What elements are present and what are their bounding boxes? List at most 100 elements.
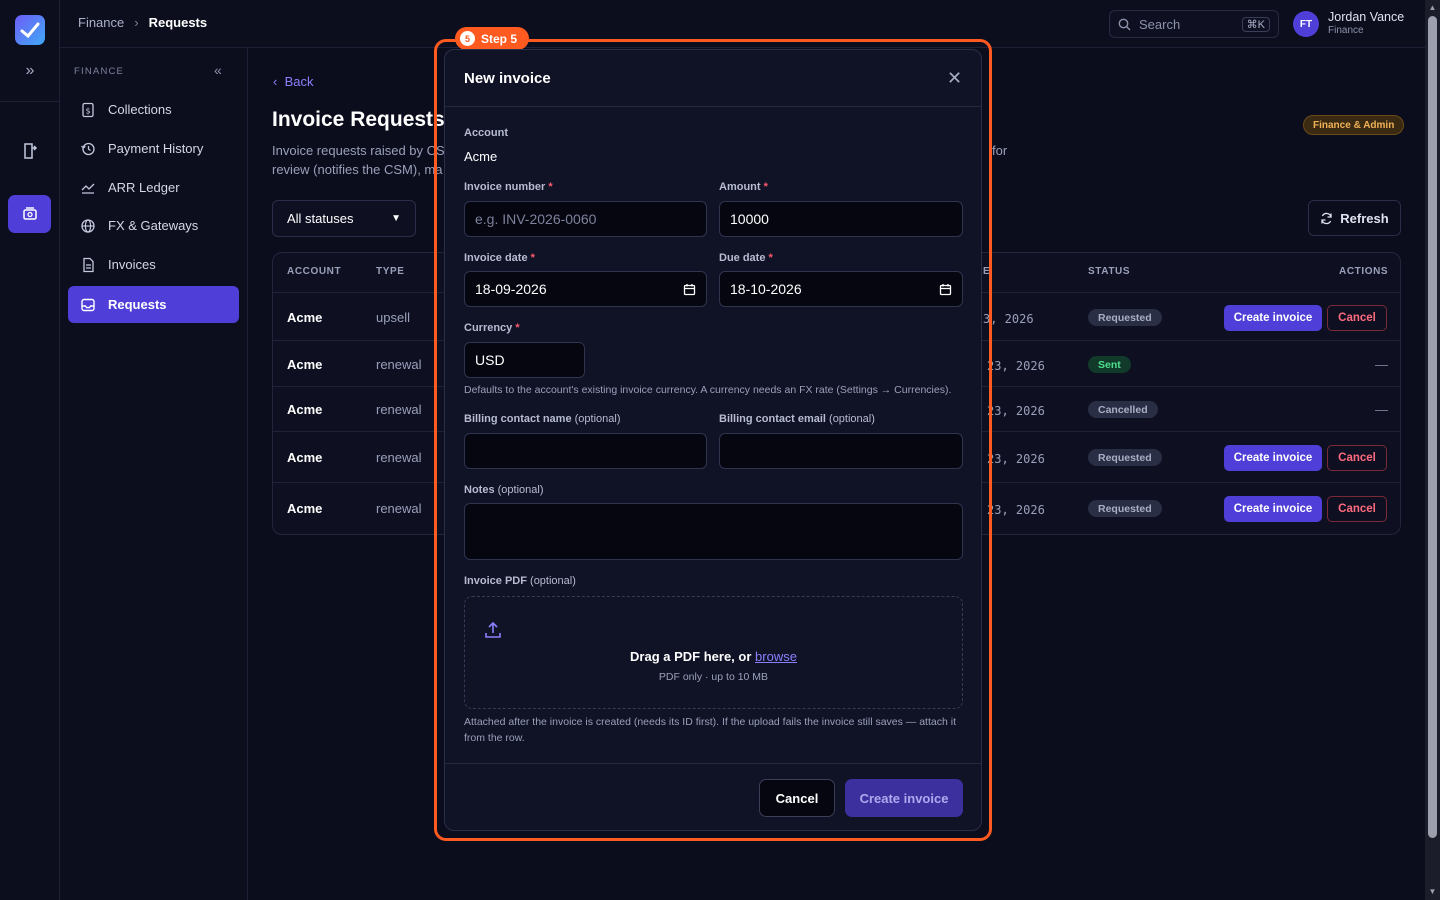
sidebar-item-fx-gateways[interactable]: FX & Gateways	[68, 207, 239, 244]
status-badge: Requested	[1088, 449, 1162, 466]
sidebar: FINANCE « $ Collections Payment History …	[60, 48, 248, 900]
status-badge: Requested	[1088, 309, 1162, 326]
required-mark: *	[530, 252, 535, 264]
expand-icon[interactable]: »	[20, 61, 40, 81]
billing-name-label: Billing contact name (optional)	[464, 413, 621, 425]
cell-type: renewal	[376, 402, 422, 417]
status-filter-select[interactable]: All statuses ▼	[272, 200, 416, 237]
calendar-icon[interactable]	[939, 283, 952, 296]
billing-email-label: Billing contact email (optional)	[719, 413, 875, 425]
cancel-request-button[interactable]: Cancel	[1327, 496, 1387, 522]
new-invoice-modal: New invoice ✕ Account Acme Invoice numbe…	[444, 49, 982, 831]
notes-label: Notes (optional)	[464, 484, 543, 496]
scroll-up-icon[interactable]: ▲	[1428, 3, 1437, 12]
billing-name-label-text: Billing contact name	[464, 413, 572, 425]
search-input[interactable]: Search ⌘K	[1109, 10, 1279, 38]
calendar-icon[interactable]	[683, 283, 696, 296]
create-invoice-button[interactable]: Create invoice	[1224, 445, 1322, 471]
no-actions: —	[1375, 402, 1388, 417]
user-name[interactable]: Jordan Vance	[1328, 10, 1404, 24]
rail-item-export[interactable]	[8, 132, 51, 170]
billing-email-label-text: Billing contact email	[719, 413, 826, 425]
amount-label: Amount *	[719, 181, 768, 193]
required-mark: *	[763, 181, 768, 193]
invoice-number-input[interactable]: e.g. INV-2026-0060	[464, 201, 707, 237]
sidebar-item-label: Invoices	[108, 257, 156, 272]
sidebar-item-collections[interactable]: $ Collections	[68, 91, 239, 128]
upload-icon	[485, 621, 501, 638]
cell-account: Acme	[287, 357, 323, 372]
sidebar-item-invoices[interactable]: Invoices	[68, 246, 239, 283]
sidebar-item-label: Collections	[108, 102, 172, 117]
browse-link[interactable]: browse	[755, 649, 797, 664]
invoice-date-value: 18-09-2026	[475, 281, 547, 297]
avatar[interactable]: FT	[1293, 11, 1319, 37]
amount-input[interactable]: 10000	[719, 201, 963, 237]
billing-contact-name-input[interactable]	[464, 433, 707, 469]
due-date-input[interactable]: 18-10-2026	[719, 271, 963, 307]
checkmark-logo-icon	[20, 22, 40, 39]
invoice-date-label: Invoice date *	[464, 252, 535, 264]
modal-header-divider	[445, 106, 981, 107]
create-invoice-button[interactable]: Create invoice	[1224, 496, 1322, 522]
currency-label: Currency *	[464, 322, 520, 334]
breadcrumb: Finance › Requests	[78, 15, 207, 30]
currency-input[interactable]: USD	[464, 342, 585, 378]
column-header-status: STATUS	[1088, 266, 1131, 277]
sidebar-section-title: FINANCE	[74, 66, 125, 77]
cell-date: 23, 2026	[987, 452, 1045, 466]
due-date-label-text: Due date	[719, 252, 766, 264]
required-mark: *	[548, 181, 553, 193]
status-filter-value: All statuses	[287, 211, 354, 226]
column-header-actions: ACTIONS	[1339, 266, 1389, 277]
invoice-date-label-text: Invoice date	[464, 252, 528, 264]
step-label: Step 5	[481, 31, 518, 46]
chevron-left-icon: ‹	[273, 74, 278, 89]
refresh-button[interactable]: Refresh	[1308, 200, 1401, 236]
required-mark: *	[768, 252, 773, 264]
sidebar-item-label: FX & Gateways	[108, 218, 199, 233]
optional-mark: (optional)	[530, 575, 576, 587]
invoice-date-input[interactable]: 18-09-2026	[464, 271, 707, 307]
refresh-icon	[1321, 212, 1332, 224]
cancel-request-button[interactable]: Cancel	[1327, 445, 1387, 471]
pdf-dropzone[interactable]: Drag a PDF here, or browse PDF only · up…	[464, 596, 963, 709]
globe-icon	[81, 218, 95, 233]
scroll-thumb[interactable]	[1428, 16, 1437, 838]
cell-date: 23, 2026	[987, 359, 1045, 373]
cell-date: 23, 2026	[987, 503, 1045, 517]
cancel-button[interactable]: Cancel	[759, 779, 835, 817]
history-icon	[81, 142, 95, 155]
status-badge: Sent	[1088, 356, 1131, 373]
create-invoice-button[interactable]: Create invoice	[1224, 305, 1322, 331]
due-date-label: Due date *	[719, 252, 773, 264]
billing-contact-email-input[interactable]	[719, 433, 963, 469]
sidebar-item-requests[interactable]: Requests	[68, 286, 239, 323]
optional-mark: (optional)	[829, 413, 875, 425]
description-line-1-end: for	[992, 143, 1008, 158]
chevron-down-icon: ▼	[391, 213, 401, 224]
dollar-doc-icon: $	[82, 102, 94, 117]
step-badge: 5 Step 5	[455, 27, 530, 50]
rail-item-finance[interactable]	[8, 195, 51, 233]
collapse-icon[interactable]: «	[214, 62, 222, 78]
cell-type: renewal	[376, 501, 422, 516]
cancel-request-button[interactable]: Cancel	[1327, 305, 1387, 331]
scrollbar[interactable]: ▲ ▼	[1425, 0, 1440, 900]
sidebar-item-payment-history[interactable]: Payment History	[68, 130, 239, 167]
invoice-number-label: Invoice number *	[464, 181, 553, 193]
back-label: Back	[284, 74, 314, 89]
dropzone-text: Drag a PDF here, or browse	[465, 649, 962, 664]
create-invoice-submit-button[interactable]: Create invoice	[845, 779, 963, 817]
close-icon[interactable]: ✕	[947, 68, 962, 89]
sidebar-item-arr-ledger[interactable]: ARR Ledger	[68, 169, 239, 206]
export-doc-icon	[23, 143, 37, 159]
account-label: Account	[464, 127, 508, 139]
scroll-down-icon[interactable]: ▼	[1428, 887, 1437, 896]
breadcrumb-parent[interactable]: Finance	[78, 15, 124, 30]
status-badge: Cancelled	[1088, 401, 1158, 418]
notes-textarea[interactable]	[464, 503, 963, 560]
amount-label-text: Amount	[719, 181, 761, 193]
back-link[interactable]: ‹ Back	[273, 74, 313, 89]
app-logo[interactable]	[15, 15, 45, 45]
